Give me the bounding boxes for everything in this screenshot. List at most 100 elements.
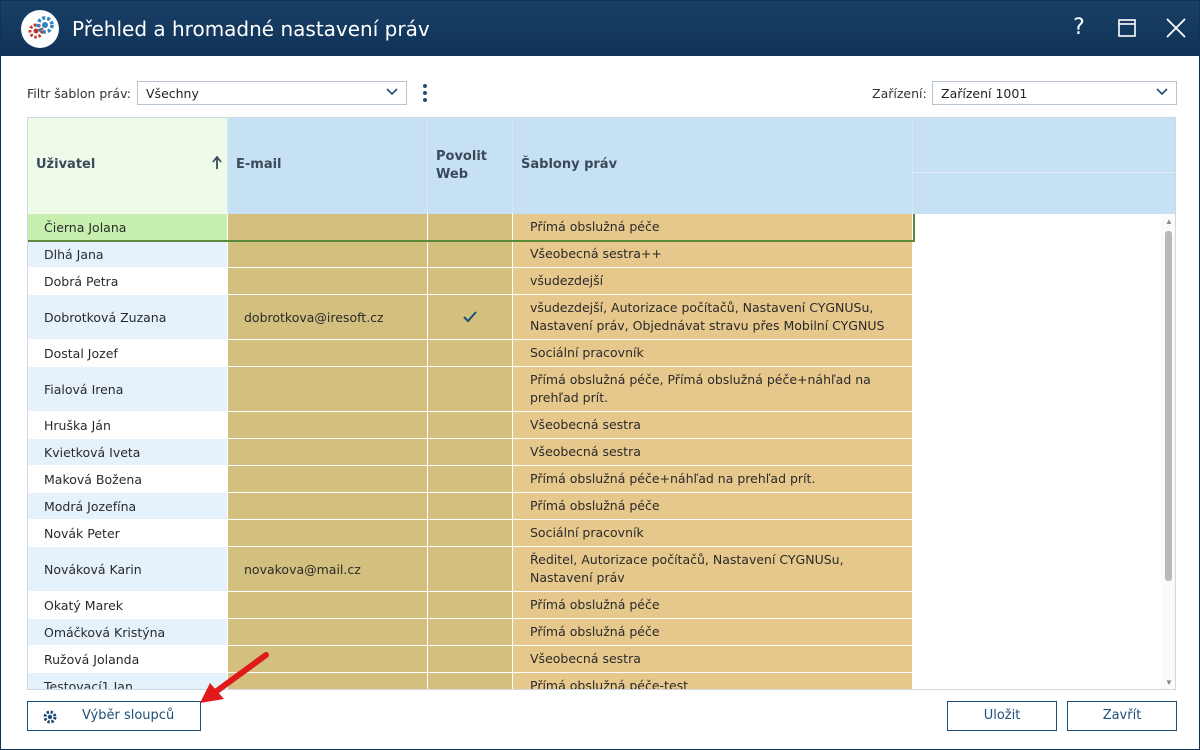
cell-web[interactable] (428, 592, 513, 618)
cell-templates[interactable]: všudezdejší (513, 268, 913, 294)
column-header-web[interactable]: Povolit Web (428, 118, 513, 214)
cell-email[interactable] (228, 592, 428, 618)
table-row[interactable]: Fialová Irena Přímá obslužná péče, Přímá … (28, 367, 914, 412)
cell-user[interactable]: Kvietková Iveta (28, 439, 228, 465)
cell-user[interactable]: Dobrá Petra (28, 268, 228, 294)
cell-user[interactable]: Nováková Karin (28, 547, 228, 591)
cell-web[interactable] (428, 520, 513, 546)
help-button[interactable]: ? (1064, 13, 1094, 43)
column-header-templates[interactable]: Šablony práv (513, 118, 913, 214)
table-row[interactable]: Omáčková Kristýna Přímá obslužná péče (28, 619, 914, 646)
cell-web[interactable] (428, 268, 513, 294)
cell-user[interactable]: Maková Božena (28, 466, 228, 492)
device-dropdown[interactable]: Zařízení 1001 (932, 81, 1177, 105)
cell-user[interactable]: Dobrotková Zuzana (28, 295, 228, 339)
gear-icon (43, 710, 57, 724)
table-row[interactable]: Dobrá Petra všudezdejší (28, 268, 914, 295)
cell-web[interactable] (428, 295, 513, 339)
cell-email[interactable] (228, 466, 428, 492)
cell-web[interactable] (428, 547, 513, 591)
filter-dropdown[interactable]: Všechny (137, 81, 407, 105)
cell-user[interactable]: Modrá Jozefína (28, 493, 228, 519)
title-bar[interactable]: Přehled a hromadné nastavení práv ? (1, 1, 1199, 56)
column-header-user[interactable]: Uživatel (28, 118, 228, 214)
cell-web[interactable] (428, 214, 513, 240)
cell-templates[interactable]: Všeobecná sestra (513, 412, 913, 438)
maximize-icon (1118, 19, 1136, 37)
cell-web[interactable] (428, 412, 513, 438)
cell-user[interactable]: Hruška Ján (28, 412, 228, 438)
cell-web[interactable] (428, 241, 513, 267)
close-window-button[interactable] (1161, 13, 1191, 43)
cell-templates[interactable]: Přímá obslužná péče (513, 493, 913, 519)
cell-templates[interactable]: Přímá obslužná péče, Přímá obslužná péče… (513, 367, 913, 411)
cell-email[interactable] (228, 619, 428, 645)
cell-email[interactable] (228, 268, 428, 294)
column-header-email[interactable]: E-mail (228, 118, 428, 214)
dialog-window: Přehled a hromadné nastavení práv ? Filt… (0, 0, 1200, 750)
cell-user[interactable]: Fialová Irena (28, 367, 228, 411)
cell-web[interactable] (428, 466, 513, 492)
cell-email[interactable] (228, 340, 428, 366)
cell-web[interactable] (428, 619, 513, 645)
cell-templates[interactable]: Všeobecná sestra++ (513, 241, 913, 267)
table-row[interactable]: Hruška Ján Všeobecná sestra (28, 412, 914, 439)
column-chooser-button[interactable]: Výběr sloupců (27, 701, 201, 731)
cell-user[interactable]: Novák Peter (28, 520, 228, 546)
cell-email[interactable]: dobrotkova@iresoft.cz (228, 295, 428, 339)
cell-user[interactable]: Dostal Jozef (28, 340, 228, 366)
cell-email[interactable] (228, 520, 428, 546)
table-row[interactable]: Nováková Karin novakova@mail.cz Ředitel, A… (28, 547, 914, 592)
scroll-down-icon[interactable]: ▼ (1165, 679, 1173, 687)
cell-templates[interactable]: Přímá obslužná péče (513, 214, 913, 240)
maximize-button[interactable] (1112, 13, 1142, 43)
scroll-up-icon[interactable]: ▲ (1165, 218, 1173, 226)
table-row[interactable]: Ružová Jolanda Všeobecná sestra (28, 646, 914, 673)
vertical-scrollbar[interactable]: ▲ ▼ (1161, 214, 1175, 689)
cell-email[interactable] (228, 367, 428, 411)
more-options-icon[interactable] (419, 83, 431, 103)
cell-email[interactable]: novakova@mail.cz (228, 547, 428, 591)
cell-email[interactable] (228, 439, 428, 465)
annotation-arrow-icon (200, 652, 269, 703)
cell-web[interactable] (428, 340, 513, 366)
table-row[interactable]: Dostal Jozef Sociální pracovník (28, 340, 914, 367)
cell-templates[interactable]: Všeobecná sestra (513, 646, 913, 672)
cell-templates[interactable]: Sociální pracovník (513, 520, 913, 546)
save-button[interactable]: Uložit (947, 701, 1057, 731)
table-row[interactable]: Dlhá Jana Všeobecná sestra++ (28, 241, 914, 268)
cell-user[interactable]: Čierna Jolana (28, 214, 228, 240)
cell-templates[interactable]: Ředitel, Autorizace počítačů, Nastavení … (513, 547, 913, 591)
cell-templates[interactable]: všudezdejší, Autorizace počítačů, Nastav… (513, 295, 913, 339)
cell-templates[interactable]: Přímá obslužná péče-test (513, 673, 913, 689)
table-row[interactable]: Novák Peter Sociální pracovník (28, 520, 914, 547)
cell-templates[interactable]: Přímá obslužná péče (513, 619, 913, 645)
cell-templates[interactable]: Přímá obslužná péče+náhľad na prehľad pr… (513, 466, 913, 492)
cell-user[interactable]: Dlhá Jana (28, 241, 228, 267)
cell-email[interactable] (228, 412, 428, 438)
cell-user[interactable]: Okatý Marek (28, 592, 228, 618)
cell-web[interactable] (428, 493, 513, 519)
table-row[interactable]: Čierna Jolana Přímá obslužná péče (28, 214, 915, 242)
cell-email[interactable] (228, 214, 428, 240)
table-row[interactable]: Maková Božena Přímá obslužná péče+náhľad … (28, 466, 914, 493)
table-row[interactable]: Kvietková Iveta Všeobecná sestra (28, 439, 914, 466)
cell-templates[interactable]: Všeobecná sestra (513, 439, 913, 465)
cell-web[interactable] (428, 673, 513, 689)
table-row[interactable]: Testovací1 Jan Přímá obslužná péče-test (28, 673, 914, 689)
cell-templates[interactable]: Přímá obslužná péče (513, 592, 913, 618)
close-button[interactable]: Zavřít (1067, 701, 1177, 731)
cell-templates[interactable]: Sociální pracovník (513, 340, 913, 366)
table-row[interactable]: Okatý Marek Přímá obslužná péče (28, 592, 914, 619)
table-row[interactable]: Modrá Jozefína Přímá obslužná péče (28, 493, 914, 520)
cell-web[interactable] (428, 646, 513, 672)
cell-web[interactable] (428, 367, 513, 411)
chevron-down-icon (1156, 88, 1168, 96)
filter-label: Filtr šablon práv: (27, 86, 132, 101)
scrollbar-thumb[interactable] (1165, 231, 1172, 581)
table-row[interactable]: Dobrotková Zuzana dobrotkova@iresoft.cz vš… (28, 295, 914, 340)
cell-web[interactable] (428, 439, 513, 465)
cell-user[interactable]: Omáčková Kristýna (28, 619, 228, 645)
cell-email[interactable] (228, 493, 428, 519)
cell-email[interactable] (228, 241, 428, 267)
